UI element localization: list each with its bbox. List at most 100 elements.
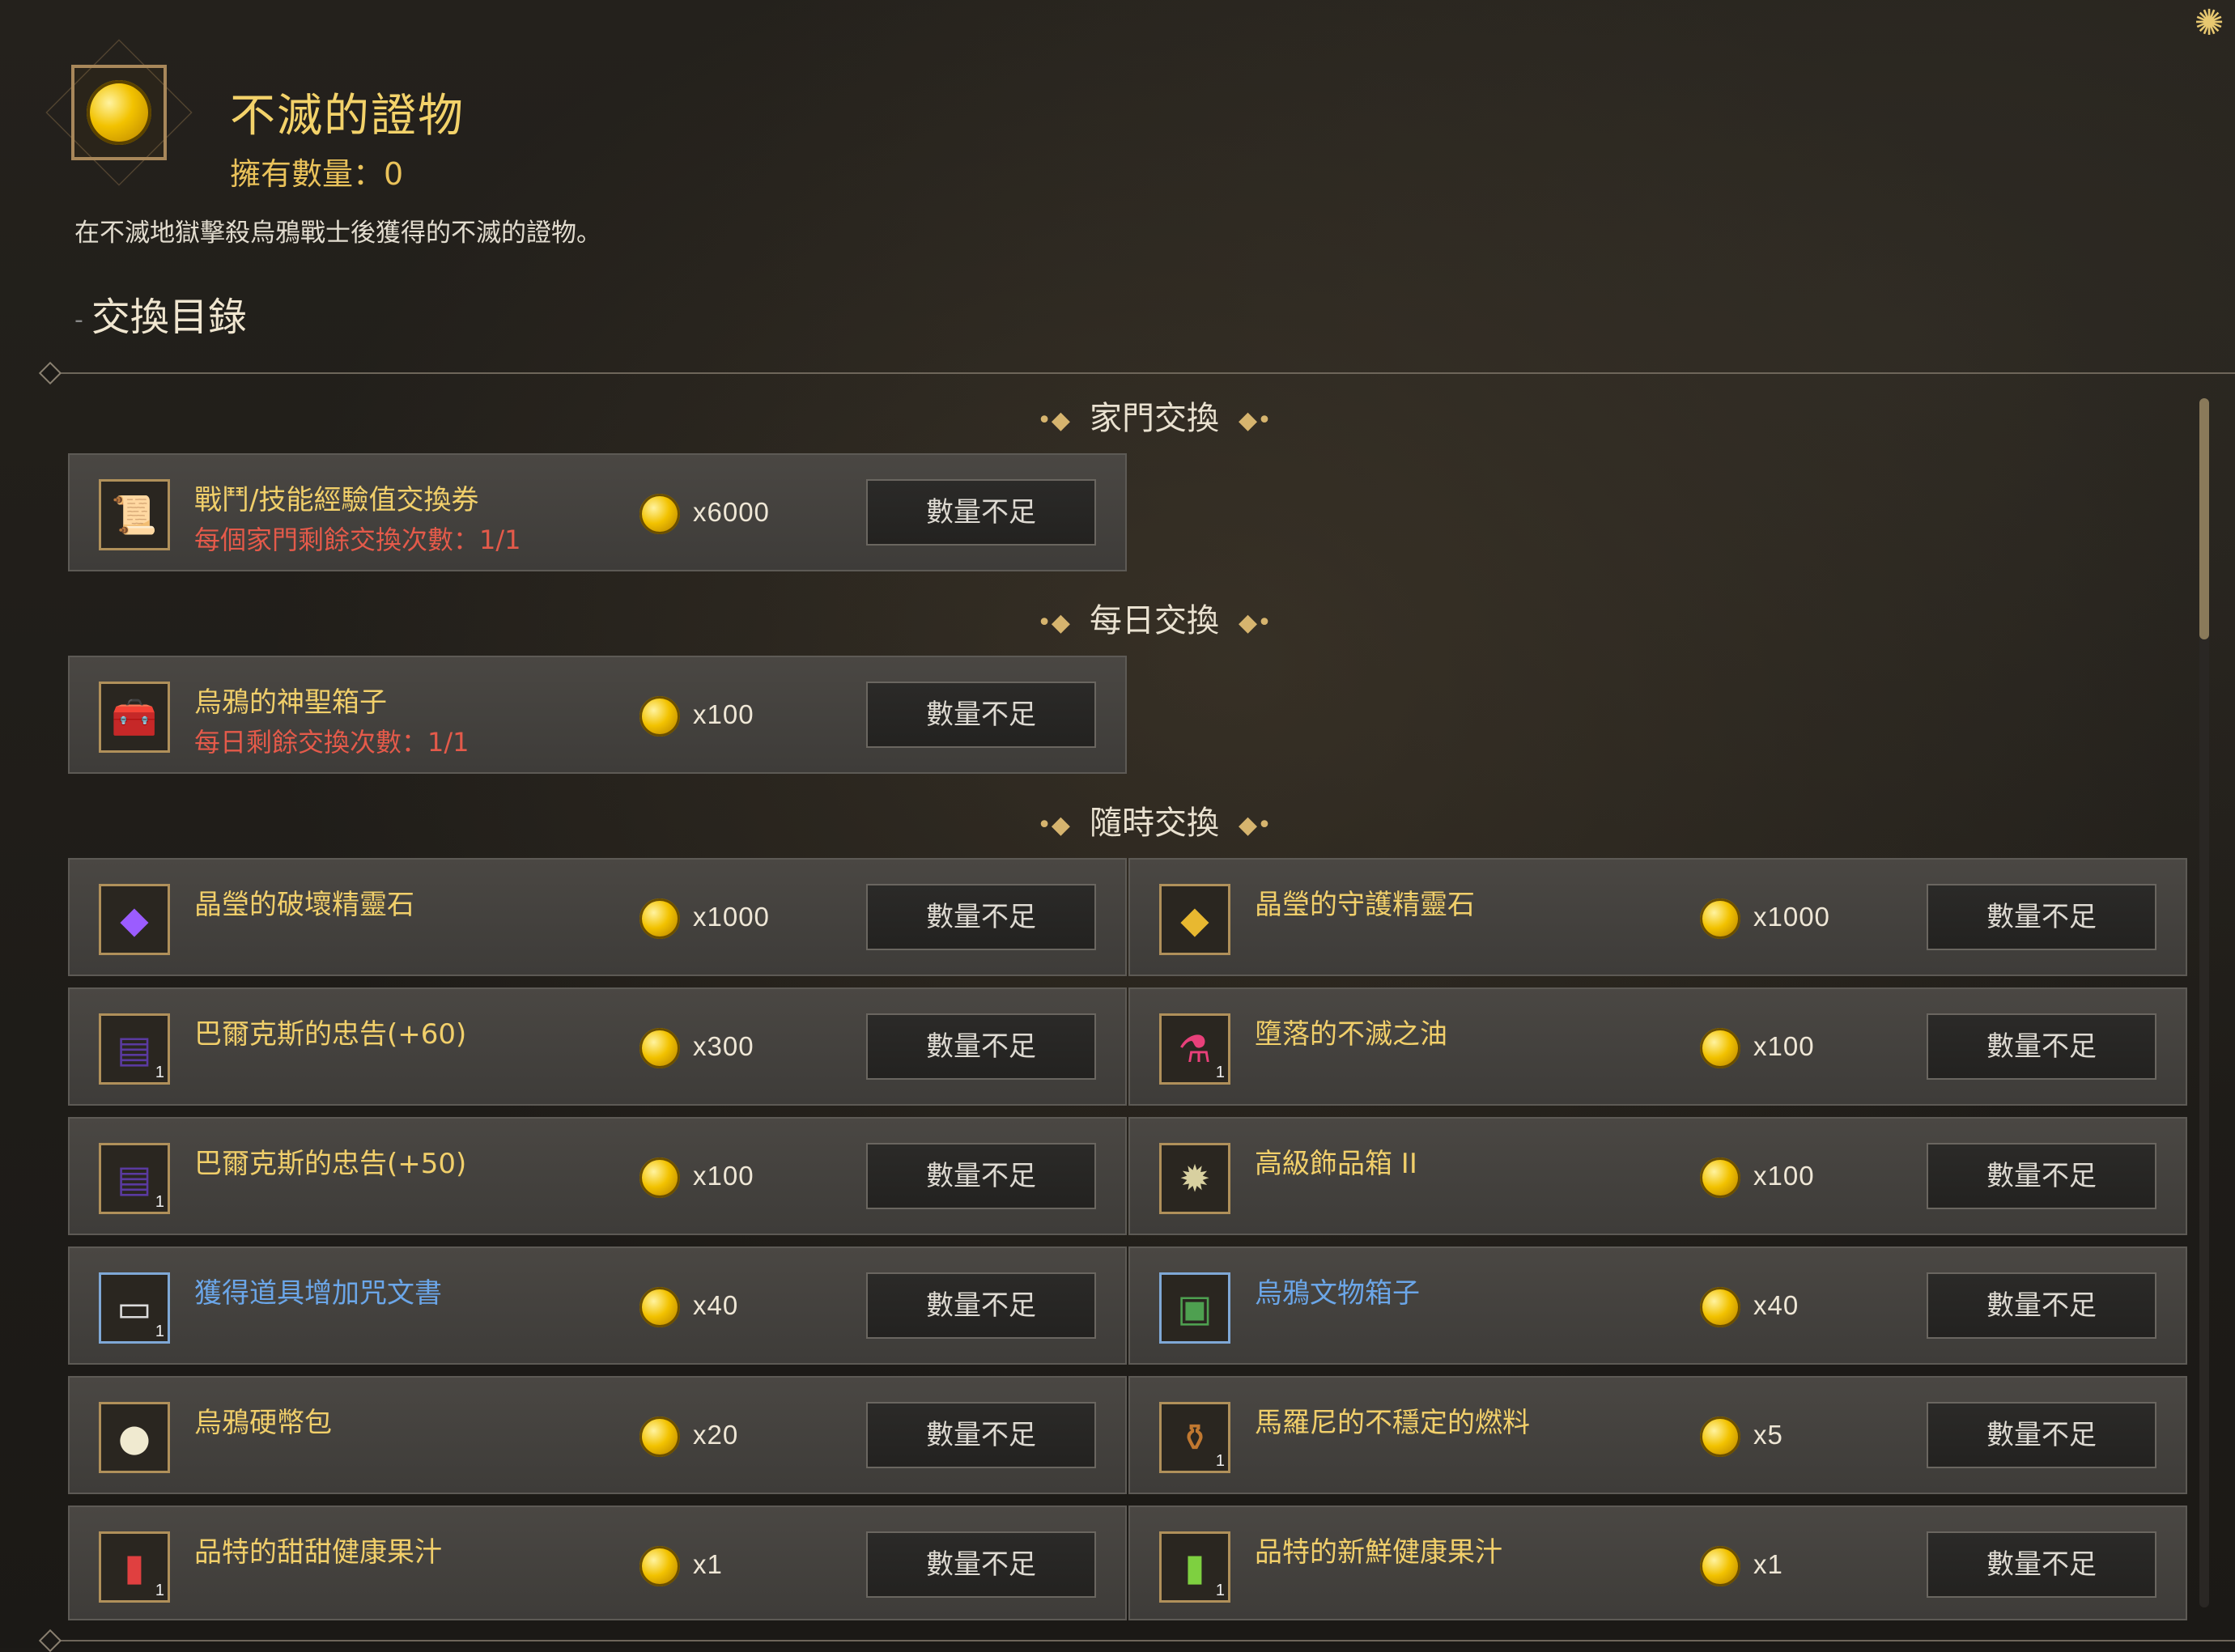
relic-chest-icon: ▣	[1159, 1272, 1230, 1344]
divider	[38, 1629, 2235, 1652]
gold-gem-icon: ◆	[1159, 884, 1230, 955]
item-name: 馬羅尼的不穩定的燃料	[1255, 1407, 1530, 1439]
purple-gem-icon: ◆	[99, 884, 170, 955]
item-name: 品特的甜甜健康果汁	[194, 1536, 442, 1569]
coin-icon	[1700, 1028, 1740, 1068]
green-juice-icon: ▮ 1	[1159, 1531, 1230, 1603]
item-cost: x100	[693, 699, 754, 729]
ornament-icon: ◆•	[1239, 810, 1272, 839]
item-title: 不滅的證物	[230, 90, 465, 142]
item-name: 晶瑩的破壞精靈石	[194, 889, 414, 921]
item-cost: x1000	[693, 902, 770, 932]
coin-icon	[639, 1028, 680, 1068]
ornament-icon: •◆	[1037, 810, 1070, 839]
exchange-row: ▭ 1 獲得道具增加咒文書 x40 數量不足	[68, 1246, 1127, 1365]
ornament-icon: ◆•	[1239, 406, 1272, 435]
item-cost: x300	[693, 1031, 754, 1061]
exchange-row: ⚗ 1 墮落的不滅之油 x100 數量不足	[1128, 987, 2187, 1106]
item-name: 晶瑩的守護精靈石	[1255, 889, 1475, 921]
exchange-button[interactable]: 數量不足	[1927, 1143, 2156, 1209]
spell-scroll-icon: ▭ 1	[99, 1272, 170, 1344]
section-anytime: •◆ 隨時交換 ◆•	[1037, 805, 1272, 842]
evidence-coin-icon	[71, 65, 167, 160]
ornament-icon: •◆	[1037, 406, 1070, 435]
ornament-icon: •◆	[1037, 608, 1070, 637]
exchange-limit: 每日剩餘交換次數：1/1	[194, 727, 470, 758]
coin-icon	[1700, 1546, 1740, 1586]
item-cost: x40	[693, 1290, 739, 1320]
coin-icon	[639, 696, 680, 737]
exchange-row: 📜 戰鬥/技能經驗值交換券 每個家門剩餘交換次數：1/1 x6000 數量不足	[68, 453, 1127, 571]
coin-icon	[1700, 1287, 1740, 1327]
ornament-icon: ◆•	[1239, 608, 1272, 637]
item-cost: x1	[1753, 1549, 1783, 1579]
exchange-row: 🧰 烏鴉的神聖箱子 每日剩餘交換次數：1/1 x100 數量不足	[68, 656, 1127, 774]
item-name: 烏鴉硬幣包	[194, 1407, 332, 1439]
exchange-row: ▤ 1 巴爾克斯的忠告(+60) x300 數量不足	[68, 987, 1127, 1106]
exchange-button[interactable]: 數量不足	[1927, 1013, 2156, 1080]
exchange-button[interactable]: 數量不足	[866, 1272, 1096, 1339]
exchange-button[interactable]: 數量不足	[1927, 1272, 2156, 1339]
section-family: •◆ 家門交換 ◆•	[1037, 400, 1272, 437]
item-cost: x40	[1753, 1290, 1799, 1320]
exchange-button[interactable]: 數量不足	[866, 1402, 1096, 1468]
exchange-button[interactable]: 數量不足	[866, 1531, 1096, 1598]
exchange-limit: 每個家門剩餘交換次數：1/1	[194, 524, 521, 555]
red-juice-icon: ▮ 1	[99, 1531, 170, 1603]
exchange-button[interactable]: 數量不足	[1927, 1531, 2156, 1598]
scroll-icon: 📜	[99, 479, 170, 550]
item-description: 在不滅地獄擊殺烏鴉戰士後獲得的不滅的證物。	[74, 219, 601, 248]
item-name: 墮落的不滅之油	[1255, 1018, 1447, 1051]
coin-icon	[639, 1287, 680, 1327]
item-name: 獲得道具增加咒文書	[194, 1277, 442, 1310]
scrollbar-thumb[interactable]	[2199, 398, 2209, 639]
coin-icon	[1700, 1416, 1740, 1457]
coin-icon	[639, 1416, 680, 1457]
exchange-button[interactable]: 數量不足	[866, 1013, 1096, 1080]
exchange-button[interactable]: 數量不足	[1927, 1402, 2156, 1468]
item-cost: x5	[1753, 1420, 1783, 1450]
book-icon: ▤ 1	[99, 1143, 170, 1214]
item-cost: x6000	[693, 497, 770, 527]
exchange-button[interactable]: 數量不足	[1927, 884, 2156, 950]
coin-icon	[639, 1546, 680, 1586]
exchange-button[interactable]: 數量不足	[866, 479, 1096, 546]
exchange-button[interactable]: 數量不足	[866, 1143, 1096, 1209]
book-icon: ▤ 1	[99, 1013, 170, 1085]
chest-icon: 🧰	[99, 682, 170, 753]
exchange-row: ✹ 高級飾品箱 II x100 數量不足	[1128, 1117, 2187, 1235]
coin-icon	[1700, 898, 1740, 939]
exchange-row: ◆ 晶瑩的破壞精靈石 x1000 數量不足	[68, 858, 1127, 976]
owned-count: 擁有數量：0	[230, 156, 404, 192]
exchange-row: ● 烏鴉硬幣包 x20 數量不足	[68, 1376, 1127, 1494]
item-cost: x1	[693, 1549, 723, 1579]
item-name: 品特的新鮮健康果汁	[1255, 1536, 1502, 1569]
catalog-title: 交換目錄	[74, 285, 247, 342]
exchange-button[interactable]: 數量不足	[866, 682, 1096, 748]
exchange-row: ◆ 晶瑩的守護精靈石 x1000 數量不足	[1128, 858, 2187, 976]
exchange-row: ▮ 1 品特的甜甜健康果汁 x1 數量不足	[68, 1505, 1127, 1620]
settings-flower-icon[interactable]: ✺	[2189, 3, 2229, 44]
item-name: 烏鴉的神聖箱子	[194, 686, 387, 719]
coin-icon	[639, 1157, 680, 1198]
item-cost: x1000	[1753, 902, 1830, 932]
item-name: 烏鴉文物箱子	[1255, 1277, 1420, 1310]
coin-pouch-icon: ●	[99, 1402, 170, 1473]
exchange-row: ⚱ 1 馬羅尼的不穩定的燃料 x5 數量不足	[1128, 1376, 2187, 1494]
divider	[38, 361, 2235, 385]
item-cost: x100	[693, 1161, 754, 1191]
exchange-row: ▤ 1 巴爾克斯的忠告(+50) x100 數量不足	[68, 1117, 1127, 1235]
item-name: 高級飾品箱 II	[1255, 1148, 1417, 1180]
item-cost: x100	[1753, 1031, 1815, 1061]
exchange-row: ▣ 烏鴉文物箱子 x40 數量不足	[1128, 1246, 2187, 1365]
coin-icon	[639, 898, 680, 939]
item-name: 巴爾克斯的忠告(+50)	[194, 1148, 467, 1180]
fuel-bottle-icon: ⚱ 1	[1159, 1402, 1230, 1473]
coin-icon	[639, 494, 680, 534]
potion-icon: ⚗ 1	[1159, 1013, 1230, 1085]
item-name: 巴爾克斯的忠告(+60)	[194, 1018, 467, 1051]
exchange-button[interactable]: 數量不足	[866, 884, 1096, 950]
item-cost: x20	[693, 1420, 739, 1450]
item-cost: x100	[1753, 1161, 1815, 1191]
exchange-row: ▮ 1 品特的新鮮健康果汁 x1 數量不足	[1128, 1505, 2187, 1620]
